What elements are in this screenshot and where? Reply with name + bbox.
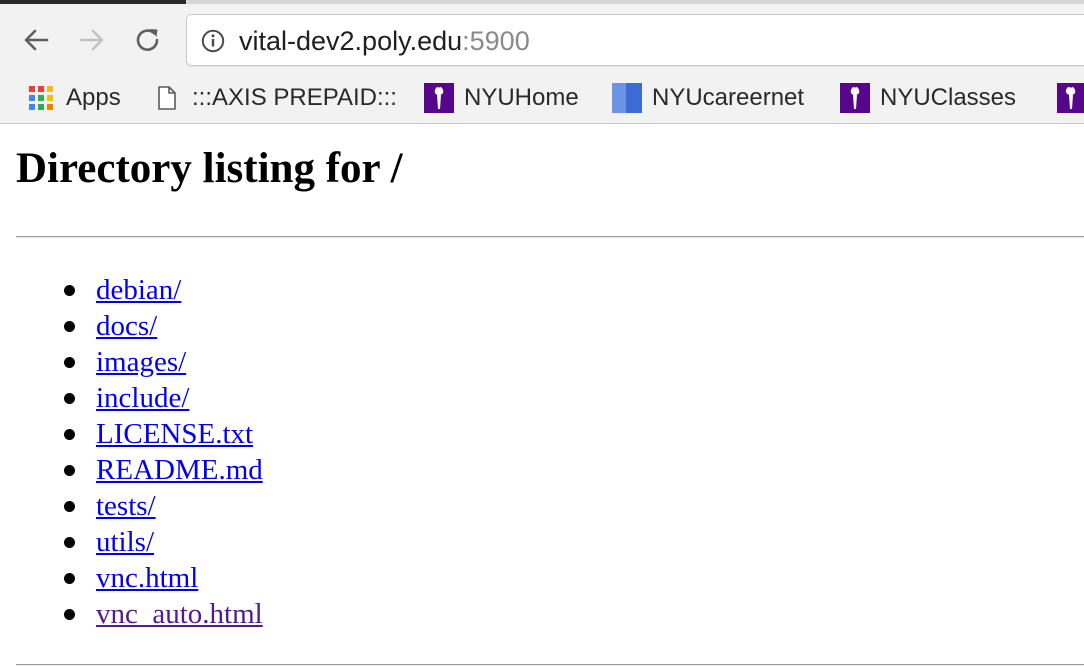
bookmark-label: NYUcareernet: [652, 84, 805, 111]
bullet-icon: [64, 501, 75, 512]
list-item: vnc_auto.html: [0, 596, 263, 632]
bookmark-nyuclasses[interactable]: NYUClasses: [840, 81, 1016, 115]
file-link-vnc-auto[interactable]: vnc_auto.html: [96, 598, 263, 630]
back-button[interactable]: [18, 22, 54, 58]
page-title: Directory listing for /: [16, 145, 403, 192]
careernet-icon: [612, 83, 642, 113]
bullet-icon: [64, 429, 75, 440]
bullet-icon: [64, 393, 75, 404]
list-item: images/: [0, 344, 263, 380]
file-link-debian[interactable]: debian/: [96, 274, 181, 306]
list-item: docs/: [0, 308, 263, 344]
bookmark-label: :::AXIS PREPAID:::: [192, 84, 397, 111]
bullet-icon: [64, 357, 75, 368]
file-link-vnc[interactable]: vnc.html: [96, 562, 198, 594]
browser-toolbar: vital-dev2.poly.edu:5900: [0, 4, 1084, 78]
reload-button[interactable]: [130, 22, 166, 58]
bullet-icon: [64, 537, 75, 548]
list-item: include/: [0, 380, 263, 416]
address-bar[interactable]: vital-dev2.poly.edu:5900: [186, 14, 1084, 66]
nyu-torch-icon: [424, 83, 454, 113]
apps-grid-icon: [26, 83, 56, 113]
file-link-utils[interactable]: utils/: [96, 526, 154, 558]
browser-chrome: vital-dev2.poly.edu:5900 Apps:::AXIS PR…: [0, 0, 1084, 124]
bookmark-axis-prepaid[interactable]: :::AXIS PREPAID:::: [152, 81, 397, 115]
list-item: utils/: [0, 524, 263, 560]
list-item: vnc.html: [0, 560, 263, 596]
list-item: tests/: [0, 488, 263, 524]
forward-arrow-icon: [79, 29, 104, 51]
file-link-images[interactable]: images/: [96, 346, 186, 378]
bullet-icon: [64, 285, 75, 296]
list-item: README.md: [0, 452, 263, 488]
bookmark-nyucareernet[interactable]: NYUcareernet: [612, 81, 804, 115]
url-port: :5900: [462, 26, 530, 56]
bullet-icon: [64, 609, 75, 620]
page-content: Directory listing for / debian/ docs/ im…: [0, 124, 1084, 666]
bookmark-label: NYUClasses: [880, 84, 1017, 111]
divider: [16, 236, 1084, 238]
bullet-icon: [64, 573, 75, 584]
bookmark-label: Apps: [66, 84, 121, 111]
bullet-icon: [64, 321, 75, 332]
file-list: debian/ docs/ images/ include/ LICENSE.t…: [0, 272, 263, 632]
bookmarks-bar: Apps :::AXIS PREPAID::: NYUHome NYUcaree…: [0, 78, 1084, 122]
list-item: LICENSE.txt: [0, 416, 263, 452]
url-text[interactable]: vital-dev2.poly.edu:5900: [239, 26, 530, 56]
info-icon[interactable]: [201, 29, 225, 53]
bookmark-apps[interactable]: Apps: [26, 81, 121, 115]
file-link-docs[interactable]: docs/: [96, 310, 157, 342]
back-arrow-icon: [24, 29, 49, 51]
nyu-torch-icon: [1056, 83, 1084, 113]
bookmark-nyuhome[interactable]: NYUHome: [424, 81, 579, 115]
bookmark-label: NYUHome: [464, 84, 579, 111]
file-link-readme[interactable]: README.md: [96, 454, 263, 486]
nyu-torch-icon: [840, 83, 870, 113]
page-icon: [152, 83, 182, 113]
bullet-icon: [64, 465, 75, 476]
bookmark-overflow[interactable]: [1056, 81, 1084, 115]
url-host: vital-dev2.poly.edu: [239, 26, 463, 56]
forward-button[interactable]: [74, 22, 110, 58]
file-link-license[interactable]: LICENSE.txt: [96, 418, 253, 450]
file-link-tests[interactable]: tests/: [96, 490, 156, 522]
reload-icon: [136, 29, 159, 51]
list-item: debian/: [0, 272, 263, 308]
file-link-include[interactable]: include/: [96, 382, 189, 414]
